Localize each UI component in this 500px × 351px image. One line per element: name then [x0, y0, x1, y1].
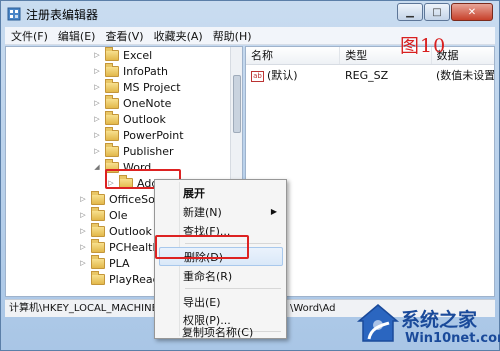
figure-label: 图10	[400, 35, 447, 57]
tree-scrollbar-thumb[interactable]	[233, 75, 241, 133]
expand-arrow-icon[interactable]: ▷	[92, 115, 102, 123]
tree-item-label: Publisher	[123, 144, 174, 158]
menu-item-rename[interactable]: 重命名(R)	[159, 266, 283, 285]
folder-icon	[105, 142, 119, 157]
collapse-arrow-icon[interactable]: ◢	[92, 163, 102, 171]
expand-arrow-icon[interactable]: ▷	[78, 211, 88, 219]
tree-item-onenote[interactable]: ▷ OneNote	[92, 94, 172, 111]
registry-editor-window: 注册表编辑器 ▁ □ ✕ 文件(F) 编辑(E) 查看(V) 收藏夹(A) 帮助…	[0, 0, 500, 351]
menu-view[interactable]: 查看(V)	[105, 28, 143, 44]
menu-favorites[interactable]: 收藏夹(A)	[154, 28, 203, 44]
folder-icon	[91, 238, 105, 253]
list-row-default[interactable]: ab (默认) REG_SZ (数值未设置)	[246, 67, 494, 83]
menu-item-export[interactable]: 导出(E)	[159, 292, 283, 311]
close-button[interactable]: ✕	[451, 3, 493, 21]
tree-item-pla[interactable]: ▷ PLA	[78, 254, 130, 271]
folder-icon	[105, 126, 119, 141]
menu-help[interactable]: 帮助(H)	[213, 28, 252, 44]
watermark: 系统之家 Win10net.com	[355, 301, 500, 349]
column-name[interactable]: 名称	[246, 47, 341, 64]
expand-arrow-icon[interactable]: ▷	[92, 67, 102, 75]
folder-icon	[105, 94, 119, 109]
expand-arrow-icon[interactable]: ▷	[92, 51, 102, 59]
expand-arrow-icon[interactable]: ▷	[92, 99, 102, 107]
expand-arrow-icon[interactable]: ▷	[78, 227, 88, 235]
value-name: ab (默认)	[246, 67, 340, 83]
tree-item-label: Ole	[109, 208, 128, 222]
watermark-logo	[356, 304, 400, 342]
maximize-button[interactable]: □	[424, 3, 450, 21]
menu-edit[interactable]: 编辑(E)	[58, 28, 96, 44]
menu-separator	[185, 288, 281, 289]
value-type: REG_SZ	[344, 68, 389, 82]
folder-icon	[105, 62, 119, 77]
expand-arrow-icon[interactable]: ▷	[92, 83, 102, 91]
context-menu: 展开 新建(N) ▶ 查找(F)... 删除(D) 重命名(R) 导出(E) 权…	[154, 179, 287, 339]
menu-item-new[interactable]: 新建(N) ▶	[159, 202, 283, 221]
folder-icon	[91, 190, 105, 205]
value-name-text: (默认)	[267, 69, 298, 82]
menu-item-copy-key-name[interactable]: 复制项名称(C)	[158, 322, 282, 341]
value-data: (数值未设置)	[436, 69, 495, 82]
status-path-tail: \Word\Ad	[290, 303, 336, 314]
expand-arrow-icon[interactable]: ▷	[78, 259, 88, 267]
folder-icon	[105, 78, 119, 93]
tree-item-playready[interactable]: PlayReady	[78, 270, 166, 287]
regedit-icon	[7, 7, 21, 21]
tree-item-label: PLA	[109, 256, 130, 270]
tree-item-label: PowerPoint	[123, 128, 184, 142]
delete-highlight-box	[155, 235, 249, 259]
menu-item-new-label: 新建(N)	[183, 205, 222, 219]
folder-icon	[91, 206, 105, 221]
watermark-url: Win10net.com	[405, 331, 500, 346]
tree-item-ole[interactable]: ▷ Ole	[78, 206, 128, 223]
status-path: 计算机\HKEY_LOCAL_MACHINE\	[9, 303, 162, 314]
minimize-button[interactable]: ▁	[397, 3, 423, 21]
tree-item-label: Outlook	[123, 112, 166, 126]
expand-arrow-icon[interactable]: ▷	[92, 147, 102, 155]
tree-item-label: InfoPath	[123, 64, 168, 78]
folder-icon	[105, 110, 119, 125]
title-bar: 注册表编辑器 ▁ □ ✕	[1, 1, 499, 27]
expand-arrow-icon[interactable]: ▷	[78, 195, 88, 203]
folder-icon	[105, 47, 119, 61]
tree-item-label: OneNote	[123, 96, 172, 110]
folder-icon	[91, 270, 105, 285]
menu-file[interactable]: 文件(F)	[11, 28, 48, 44]
watermark-brand: 系统之家	[401, 309, 478, 331]
submenu-arrow-icon: ▶	[270, 207, 277, 216]
tree-item-outlook[interactable]: ▷ Outlook	[92, 110, 166, 127]
tree-item-pchealth[interactable]: ▷ PCHealth	[78, 238, 160, 255]
expand-arrow-icon[interactable]: ▷	[92, 131, 102, 139]
tree-item-ms-project[interactable]: ▷ MS Project	[92, 78, 181, 95]
expand-arrow-icon[interactable]: ▷	[78, 243, 88, 251]
tree-item-label: PCHealth	[109, 240, 160, 254]
tree-item-powerpoint[interactable]: ▷ PowerPoint	[92, 126, 184, 143]
list-header: 名称 类型 数据	[246, 47, 494, 65]
window-title: 注册表编辑器	[26, 7, 99, 22]
tree-item-label: Excel	[123, 48, 153, 62]
tree-item-infopath[interactable]: ▷ InfoPath	[92, 62, 168, 79]
tree-item-publisher[interactable]: ▷ Publisher	[92, 142, 174, 159]
menu-item-expand[interactable]: 展开	[159, 183, 283, 202]
tree-item-excel[interactable]: ▷ Excel	[92, 47, 152, 63]
folder-icon	[91, 222, 105, 237]
string-value-icon: ab	[251, 70, 264, 82]
tree-item-label: MS Project	[123, 80, 181, 94]
folder-icon	[91, 254, 105, 269]
